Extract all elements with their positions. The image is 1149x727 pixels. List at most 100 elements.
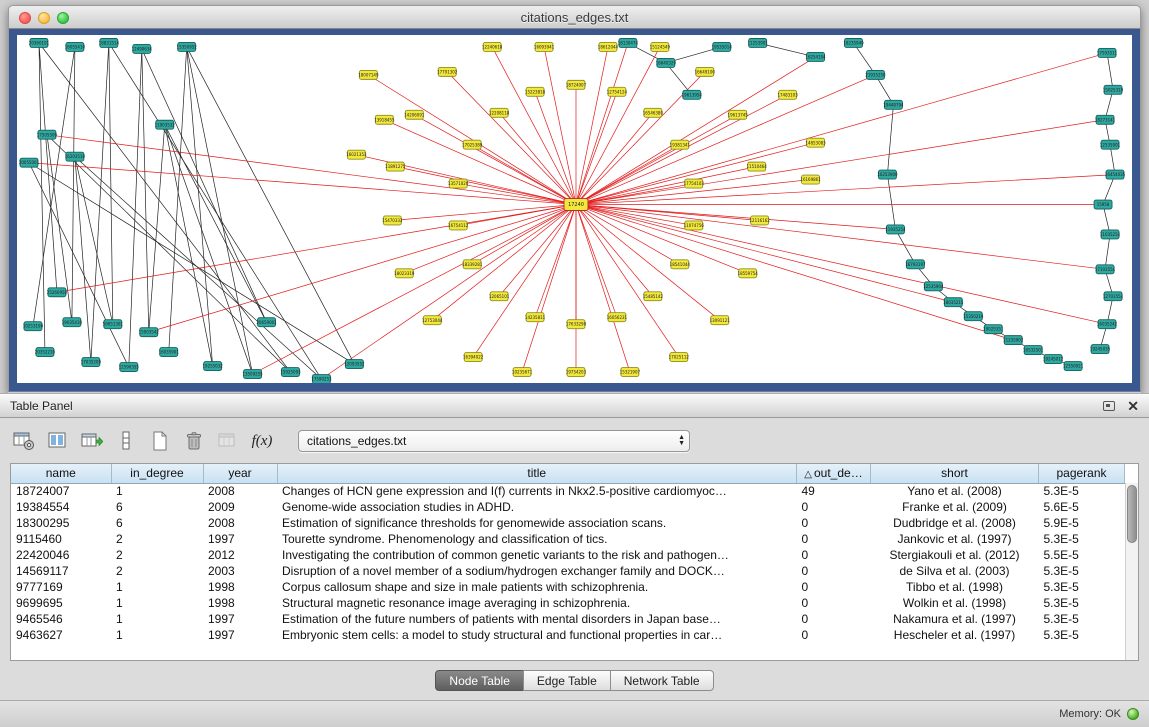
graph-node[interactable]: 15025319 xyxy=(1103,85,1124,94)
table-cell[interactable]: 1 xyxy=(111,483,203,499)
table-header-row[interactable]: namein_degreeyeartitle△out_de…shortpager… xyxy=(11,464,1125,483)
graph-node[interactable]: 13091121 xyxy=(710,316,731,325)
graph-node[interactable]: 14206091 xyxy=(404,110,425,119)
table-cell[interactable]: 0 xyxy=(797,595,871,611)
table-cell[interactable]: 5.9E-5 xyxy=(1039,515,1125,531)
graph-node[interactable]: 10253190 xyxy=(23,322,44,331)
graph-node[interactable]: 19245035 xyxy=(1090,345,1111,354)
table-cell[interactable]: 1997 xyxy=(203,611,277,627)
graph-node[interactable]: 15903542 xyxy=(139,328,160,337)
zoom-window-button[interactable] xyxy=(57,12,69,24)
table-cell[interactable]: Embryonic stem cells: a model to study s… xyxy=(277,627,797,643)
table-cell[interactable]: 1 xyxy=(111,595,203,611)
column-header-title[interactable]: title xyxy=(277,464,797,483)
graph-node[interactable]: 19613954 xyxy=(682,90,703,99)
table-cell[interactable]: 19384554 xyxy=(11,499,111,515)
table-cell[interactable]: Jankovic et al. (1997) xyxy=(871,531,1039,547)
graph-node[interactable]: 17035209 xyxy=(81,358,102,367)
table-cell[interactable]: Estimation of the future numbers of pati… xyxy=(277,611,797,627)
graph-node[interactable]: 19754203 xyxy=(566,368,587,377)
table-cell[interactable]: 6 xyxy=(111,499,203,515)
table-cell[interactable]: 22420046 xyxy=(11,547,111,563)
table-cell[interactable]: Tourette syndrome. Phenomenology and cla… xyxy=(277,531,797,547)
table-cell[interactable]: 9699695 xyxy=(11,595,111,611)
graph-node[interactable]: 17240 xyxy=(564,199,588,211)
table-cell[interactable]: 1998 xyxy=(203,595,277,611)
graph-node[interactable]: 11903532 xyxy=(155,120,176,129)
graph-node[interactable]: 12116162 xyxy=(750,216,771,225)
graph-node[interactable]: 16640329 xyxy=(656,58,677,67)
table-cell[interactable]: 5.5E-5 xyxy=(1039,547,1125,563)
graph-node[interactable]: 19035410 xyxy=(62,318,83,327)
table-cell[interactable]: Hescheler et al. (1997) xyxy=(871,627,1039,643)
graph-node[interactable]: 12093552 xyxy=(344,360,365,369)
row-tools-icon[interactable] xyxy=(112,428,140,454)
float-panel-icon[interactable] xyxy=(1103,401,1115,411)
graph-node[interactable]: 16021353 xyxy=(346,150,367,159)
graph-node[interactable]: 19255032 xyxy=(203,362,224,371)
table-cell[interactable]: 5.3E-5 xyxy=(1039,627,1125,643)
graph-node[interactable]: 16253900 xyxy=(877,170,898,179)
graph-node[interactable]: 11891275 xyxy=(385,162,406,171)
graph-node[interactable]: 11935254 xyxy=(885,225,906,234)
graph-node[interactable]: 17593511 xyxy=(1097,48,1118,57)
table-cell[interactable]: 5.3E-5 xyxy=(1039,483,1125,499)
column-header-pagerank[interactable]: pagerank xyxy=(1039,464,1125,483)
graph-node[interactable]: 17103554 xyxy=(1095,265,1116,274)
graph-node[interactable]: 20352210 xyxy=(35,348,56,357)
close-window-button[interactable] xyxy=(19,12,31,24)
graph-node[interactable]: 14853083 xyxy=(805,138,826,147)
graph-node[interactable]: 12535901 xyxy=(1100,140,1121,149)
table-cell[interactable]: 18300295 xyxy=(11,515,111,531)
table-cell[interactable]: Changes of HCN gene expression and I(f) … xyxy=(277,483,797,499)
graph-node[interactable]: 18130474 xyxy=(618,38,639,47)
graph-node[interactable]: 16532501 xyxy=(1023,346,1044,355)
graph-node[interactable]: 19245012 xyxy=(1043,355,1064,364)
table-cell[interactable]: 9115460 xyxy=(11,531,111,547)
table-cell[interactable]: 9465546 xyxy=(11,611,111,627)
table-row[interactable]: 1872400712008Changes of HCN gene express… xyxy=(11,483,1125,499)
graph-node[interactable]: 16394022 xyxy=(463,353,484,362)
new-file-icon[interactable] xyxy=(146,428,174,454)
table-cell[interactable]: 0 xyxy=(797,547,871,563)
table-cell[interactable]: 5.6E-5 xyxy=(1039,499,1125,515)
table-cell[interactable]: Dudbridge et al. (2008) xyxy=(871,515,1039,531)
table-cell[interactable]: Wolkin et al. (1998) xyxy=(871,595,1039,611)
graph-node[interactable]: 16454035 xyxy=(1105,170,1126,179)
table-cell[interactable]: 0 xyxy=(797,579,871,595)
graph-node[interactable]: 16203510 xyxy=(65,152,86,161)
graph-node[interactable]: 15925093 xyxy=(280,368,301,377)
graph-node[interactable]: 16169861 xyxy=(800,175,821,184)
column-header-out_de[interactable]: △out_de… xyxy=(797,464,871,483)
table-cell[interactable]: 49 xyxy=(797,483,871,499)
graph-node[interactable]: 15321907 xyxy=(620,368,641,377)
table-cell[interactable]: 0 xyxy=(797,531,871,547)
graph-node[interactable]: 17633290 xyxy=(566,320,587,329)
table-cell[interactable]: Estimation of significance thresholds fo… xyxy=(277,515,797,531)
table-cell[interactable]: 1997 xyxy=(203,531,277,547)
graph-node[interactable]: 16055410 xyxy=(65,42,86,51)
table-cell[interactable]: 9463627 xyxy=(11,627,111,643)
graph-node[interactable]: 16649100 xyxy=(695,67,716,76)
graph-node[interactable]: 17025112 xyxy=(669,353,690,362)
graph-node[interactable]: 13918455 xyxy=(374,115,395,124)
graph-node[interactable]: 19448794 xyxy=(883,100,904,109)
table-row[interactable]: 1456911722003Disruption of a novel membe… xyxy=(11,563,1125,579)
graph-node[interactable]: 18541044 xyxy=(670,260,691,269)
graph-node[interactable]: 17791302 xyxy=(437,67,458,76)
graph-node[interactable]: 25260950 xyxy=(47,288,68,297)
table-cell[interactable]: 5.3E-5 xyxy=(1039,579,1125,595)
import-table-icon[interactable] xyxy=(214,428,242,454)
table-cell[interactable]: Disruption of a novel member of a sodium… xyxy=(277,563,797,579)
function-builder-icon[interactable]: f(x) xyxy=(248,428,276,454)
table-cell[interactable]: 0 xyxy=(797,499,871,515)
graph-node[interactable]: 12065101 xyxy=(489,292,510,301)
graph-node[interactable]: 20659001 xyxy=(256,318,277,327)
delete-table-icon[interactable] xyxy=(180,428,208,454)
graph-node[interactable]: 17505509 xyxy=(37,130,58,139)
table-cell[interactable]: 2009 xyxy=(203,499,277,515)
graph-node[interactable]: 12753044 xyxy=(422,316,443,325)
graph-node[interactable]: 18023319 xyxy=(394,269,415,278)
graph-node[interactable]: 16056231 xyxy=(607,313,628,322)
table-cell[interactable]: 6 xyxy=(111,515,203,531)
